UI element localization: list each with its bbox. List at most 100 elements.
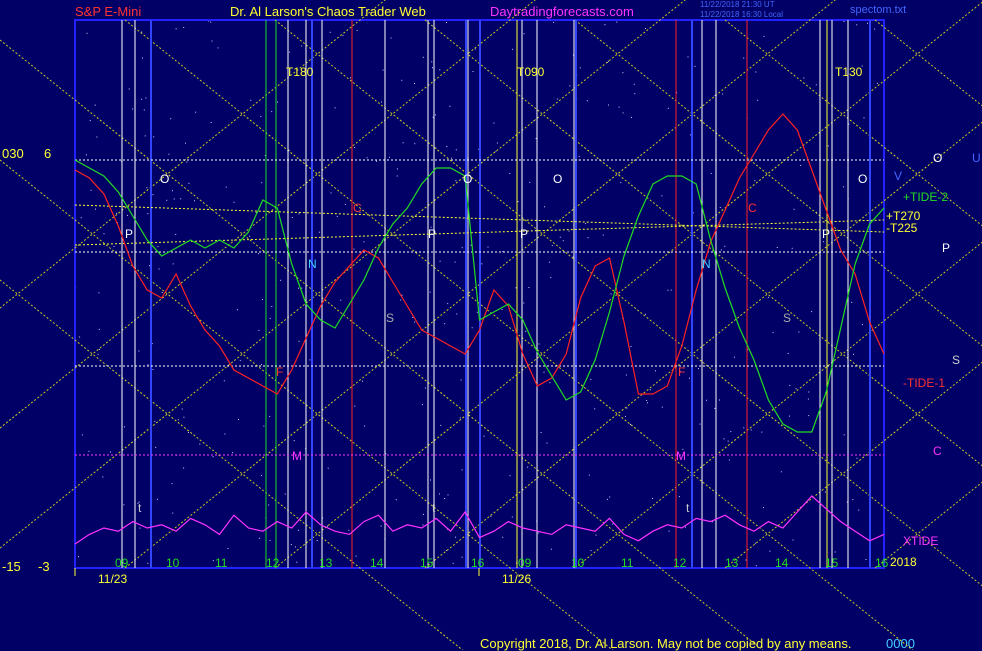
star-dot [289,51,291,53]
star-dot [588,474,590,476]
star-dot [602,234,604,236]
star-dot [94,104,96,106]
star-dot [435,114,436,116]
star-dot [789,384,791,386]
star-dot [688,377,690,379]
star-dot [172,190,173,192]
star-dot [724,245,726,247]
star-dot [348,529,350,531]
star-dot [109,451,111,453]
star-dot [714,407,716,409]
star-dot [644,313,646,315]
star-dot [344,203,346,205]
star-dot [509,172,511,174]
star-dot [843,434,845,436]
star-dot [330,192,332,194]
star-dot [487,246,489,248]
star-dot [741,251,743,253]
star-dot [250,99,252,101]
star-dot [710,172,712,174]
star-dot [211,40,213,42]
star-dot [271,111,273,113]
star-dot [616,21,618,23]
chart-marker-label: F [276,365,283,379]
star-dot [350,77,351,79]
star-dot [334,107,336,109]
star-dot [297,529,299,531]
star-dot [856,24,858,26]
star-dot [633,83,635,85]
star-dot [177,419,179,421]
star-dot [155,446,157,448]
star-dot [461,247,463,249]
star-dot [263,425,265,427]
star-dot [298,213,300,215]
star-dot [327,467,329,469]
star-dot [694,65,696,67]
star-dot [517,201,519,203]
chart-marker-label: P [520,227,528,241]
star-dot [382,69,384,71]
star-dot [470,244,472,246]
star-dot [476,311,478,313]
chart-marker-label: t [138,501,142,515]
star-dot [456,313,458,315]
star-dot [195,111,197,113]
star-dot [556,98,558,100]
star-dot [647,402,648,404]
star-dot [723,438,725,440]
star-dot [625,374,627,376]
chart-marker-label: N [702,257,711,271]
star-dot [843,186,844,188]
chart-marker-label: C [748,201,757,215]
star-dot [626,407,628,409]
star-dot [568,230,570,232]
star-dot [461,469,463,471]
star-dot [754,180,756,182]
star-dot [454,261,456,263]
star-dot [362,380,363,382]
star-dot [546,442,548,444]
star-dot [239,359,241,361]
star-dot [170,118,172,120]
star-dot [618,106,620,108]
star-dot [501,308,503,310]
star-dot [590,550,592,552]
star-dot [188,182,190,184]
star-dot [808,391,810,393]
chart-marker-label: P [125,227,133,241]
star-dot [865,559,867,560]
right-label: +TIDE-2 [903,190,948,204]
star-dot [528,287,530,288]
date-label: 11/23 [98,572,127,586]
star-dot [412,316,414,318]
star-dot [98,292,100,294]
star-dot [156,498,158,500]
star-dot [824,491,826,493]
star-dot [743,427,745,429]
star-dot [787,353,789,354]
star-dot [301,287,303,289]
star-dot [668,530,670,532]
star-dot [116,212,118,214]
star-dot [515,287,517,289]
star-dot [856,457,858,459]
star-dot [471,327,473,329]
star-dot [439,260,441,262]
star-dot [172,263,174,265]
star-dot [609,496,611,498]
star-dot [269,539,271,541]
star-dot [622,112,624,114]
star-dot [309,359,311,361]
hour-tick-label: 10 [166,556,180,570]
chart-marker-label: M [676,449,686,463]
star-dot [763,507,764,509]
star-dot [608,104,609,106]
star-dot [525,330,527,332]
star-dot [210,122,212,123]
star-dot [269,415,271,417]
star-dot [851,301,853,303]
star-dot [432,67,433,69]
star-dot [277,101,278,103]
star-dot [271,306,273,307]
